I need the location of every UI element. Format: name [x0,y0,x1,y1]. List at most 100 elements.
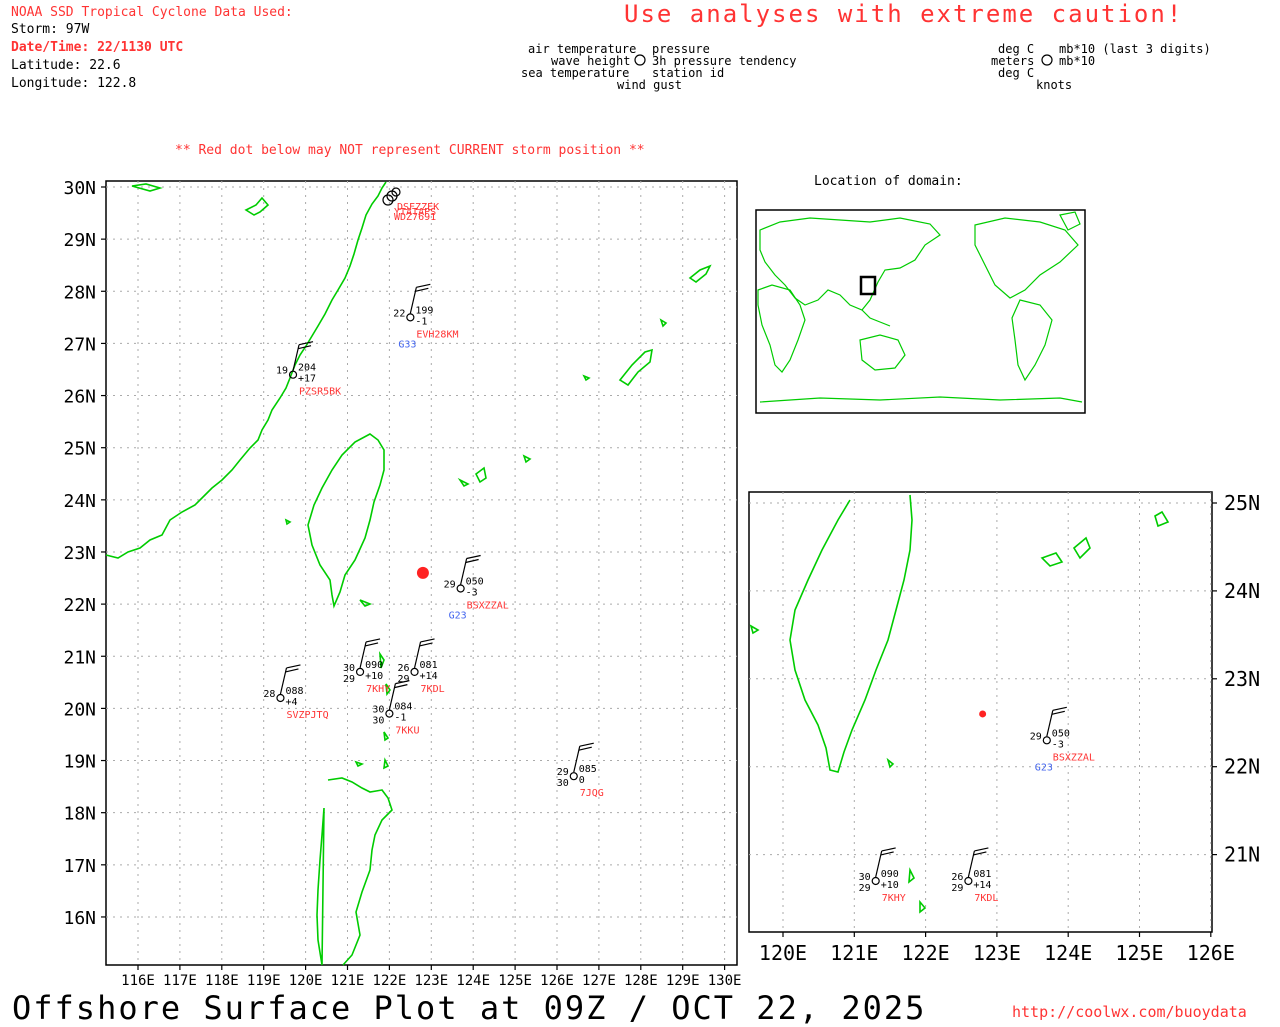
main-map[interactable]: 22 199-1EVH28KMG3319 204+17PZSR5BK29 050-3B… [63,178,741,989]
station-id: 7KKU [395,726,419,737]
pressure-tendency: -1 [394,713,406,724]
lat-label: 26N [63,387,96,408]
lon-label: 119E [247,973,281,989]
lat-label: 19N [63,752,96,773]
pressure: 085 [579,764,597,775]
world-overview-map [755,209,1086,414]
lon-label: 125E [1115,941,1163,965]
air-temperature: 30 [372,705,384,716]
lat-label: 24N [63,491,96,512]
lon-label: 124E [456,973,490,989]
lon-label: 120E [289,973,323,989]
legend-units-circle [1041,54,1053,66]
pressure: 050 [1052,728,1070,739]
lon-label: 130E [708,973,742,989]
lat-label: 30N [63,178,96,199]
lon-label: 123E [973,941,1021,965]
lat-label: 24N [1224,579,1260,603]
pressure: 081 [420,660,438,671]
zoom-map[interactable]: 29 050-3BSXZZALG233029090+107KHY2629081+1… [748,491,1260,965]
main-lat-labels: 30N 29N 28N 27N 26N 25N 24N 23N 22N 21N 20N 19N 18N 1… [63,178,106,929]
lon-label: 121E [331,973,365,989]
pressure-tendency: -1 [415,316,427,327]
air-temperature: 30 [859,872,871,883]
lat-label: 20N [63,699,96,720]
air-temperature: 29 [444,579,456,590]
station-id: 7JQG [580,788,604,799]
lon-label: 126E [540,973,574,989]
zoom-lon-labels: 120E 121E 122E 123E 124E 125E 126E [759,932,1235,965]
station-id: BSXZZAL [1053,752,1095,763]
station-id: 7KDL [421,684,445,695]
lon-label: 125E [498,973,532,989]
station-id: 7KDL [974,893,998,904]
pressure-tendency: +14 [420,671,438,682]
lat-label: 25N [1224,491,1260,515]
sea-temperature: 29 [951,883,963,894]
sea-temperature: 30 [557,778,569,789]
storm-position-dot[interactable] [416,566,429,579]
station-id: EVH28KM [416,329,458,340]
lon-label: 117E [163,973,197,989]
station-id: BSXZZAL [467,600,509,611]
lon-label: 123E [414,973,448,989]
pressure: 050 [466,576,484,587]
lon-label: 127E [582,973,616,989]
lon-label: 128E [624,973,658,989]
wind-gust: G33 [398,339,416,350]
station-id: PZSR5BK [299,387,341,398]
pressure: 081 [973,869,991,880]
zoom-lat-labels: 25N 24N 23N 22N 21N [1212,491,1260,867]
pressure: 199 [415,305,433,316]
air-temperature: 22 [393,308,405,319]
lat-label: 29N [63,230,96,251]
lat-label: 27N [63,334,96,355]
lat-label: 16N [63,908,96,929]
pressure-tendency: +10 [365,671,383,682]
wind-gust: G23 [449,610,467,621]
station-id: 7KHY [366,684,390,695]
station-id: SVZPJTQ [286,710,328,721]
pressure-tendency: -3 [466,587,478,598]
air-temperature: 29 [1030,731,1042,742]
legend-station-circle [634,54,646,66]
air-temperature: 30 [343,663,355,674]
pressure-tendency: -3 [1052,739,1064,750]
lat-label: 17N [63,856,96,877]
pressure-tendency: +17 [298,374,316,385]
station-id: 7KHY [882,893,906,904]
pressure: 090 [881,869,899,880]
lat-label: 22N [63,595,96,616]
pressure-tendency: +14 [973,880,991,891]
pressure-tendency: +4 [285,697,297,708]
lat-label: 25N [63,439,96,460]
lat-label: 21N [1224,843,1260,867]
lon-label: 120E [759,941,807,965]
lon-label: 129E [666,973,700,989]
air-temperature: 26 [397,663,409,674]
pressure-tendency: 0 [579,775,585,786]
air-temperature: 29 [557,767,569,778]
zoom-storm-position-dot[interactable] [979,710,987,718]
air-temperature: 28 [263,689,275,700]
lon-label: 121E [830,941,878,965]
lon-label: 118E [205,973,239,989]
sea-temperature: 30 [372,716,384,727]
sea-temperature: 29 [859,883,871,894]
lat-label: 28N [63,282,96,303]
pressure: 088 [285,686,303,697]
pressure: 090 [365,660,383,671]
pressure: 204 [298,363,316,374]
lon-label: 126E [1187,941,1235,965]
wind-gust: G23 [1035,762,1053,773]
lat-label: 23N [1224,667,1260,691]
cluster-station-id: WDZ7691 [394,212,436,223]
lat-label: 18N [63,804,96,825]
lat-label: 21N [63,647,96,668]
lon-label: 122E [902,941,950,965]
air-temperature: 26 [951,872,963,883]
lon-label: 116E [121,973,155,989]
lat-label: 23N [63,543,96,564]
pressure-tendency: +10 [881,880,899,891]
pressure: 084 [394,702,412,713]
